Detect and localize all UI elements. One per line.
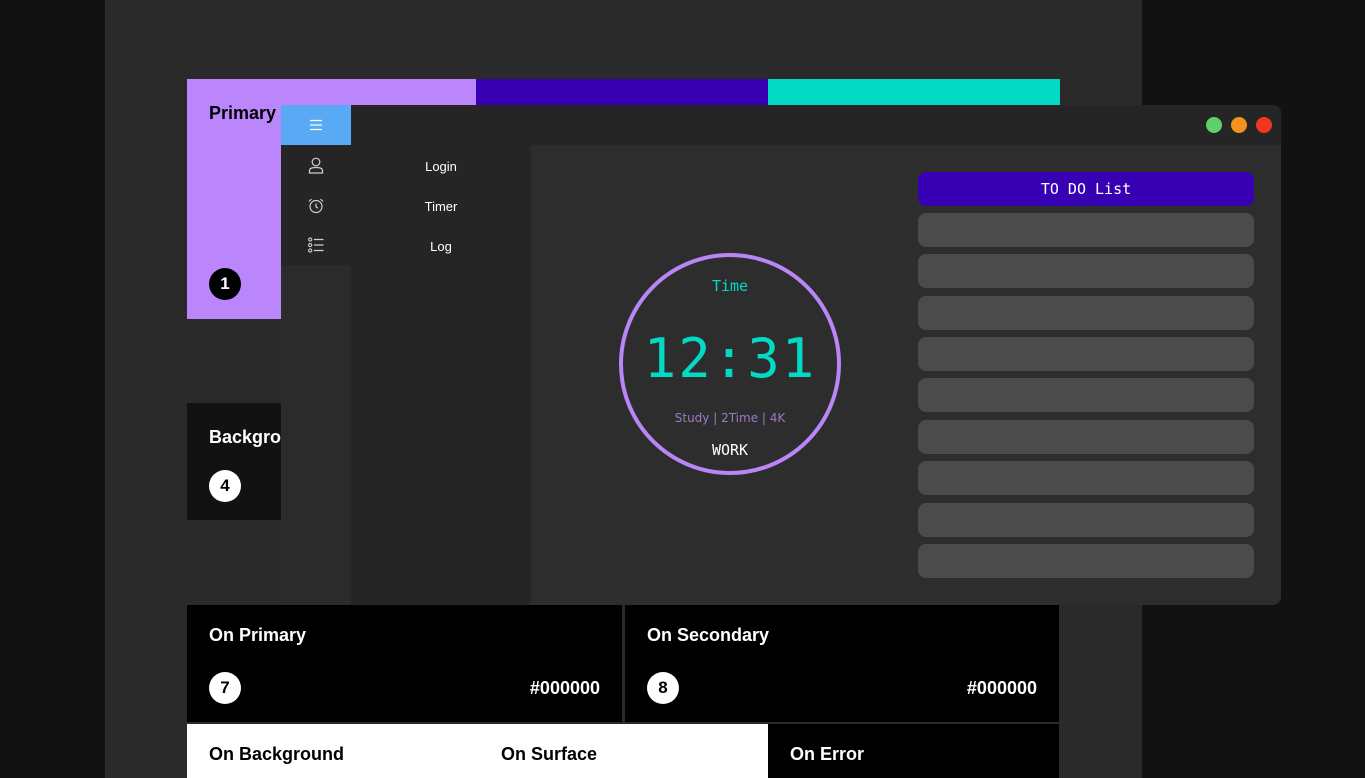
close-button[interactable] (1256, 117, 1272, 133)
sidebar-item-timer[interactable] (281, 185, 351, 225)
swatch-on-background: On Background (187, 724, 479, 778)
title-bar[interactable] (351, 105, 1281, 145)
nav-item-login[interactable]: Login (351, 159, 531, 174)
todo-list-header[interactable]: TO DO List (918, 172, 1254, 206)
swatch-on-secondary-label: On Secondary (647, 625, 770, 645)
swatch-on-secondary: On Secondary 8 #000000 (625, 605, 1059, 722)
todo-item[interactable] (918, 213, 1254, 247)
swatch-on-surface: On Surface (479, 724, 768, 778)
swatch-primary-label: Primary (209, 103, 277, 123)
swatch-on-error: On Error (768, 724, 1059, 778)
swatch-on-secondary-hex: #000000 (966, 678, 1037, 698)
timer-subtitle: Study | 2Time | 4K (674, 411, 786, 425)
sidebar-item-login[interactable] (281, 145, 351, 185)
sidebar-icon-group (281, 105, 351, 265)
timer-dial: Time 12:31 Study | 2Time | 4K WORK (619, 253, 841, 475)
alarm-clock-icon (308, 198, 324, 213)
nav-item-timer[interactable]: Timer (351, 199, 531, 214)
swatch-on-secondary-number: 8 (647, 672, 679, 704)
timer-value: 12:31 (643, 327, 817, 390)
swatch-on-primary: On Primary 7 #000000 (187, 605, 622, 722)
timer-mode: WORK (711, 441, 749, 459)
swatch-on-surface-label: On Surface (501, 744, 598, 764)
swatch-on-error-label: On Error (790, 744, 865, 764)
todo-item[interactable] (918, 254, 1254, 288)
sidebar-rail (281, 105, 351, 605)
menu-button[interactable] (281, 105, 351, 145)
swatch-primary-number: 1 (209, 268, 241, 300)
todo-item[interactable] (918, 378, 1254, 412)
nav-drawer: Login Timer Log (351, 145, 531, 605)
swatch-on-primary-number: 7 (209, 672, 241, 704)
todo-item[interactable] (918, 420, 1254, 454)
user-icon (308, 157, 324, 174)
menu-icon (310, 119, 322, 131)
sidebar-item-log[interactable] (281, 225, 351, 265)
maximize-button[interactable] (1206, 117, 1222, 133)
todo-item[interactable] (918, 337, 1254, 371)
todo-item[interactable] (918, 461, 1254, 495)
todo-item[interactable] (918, 503, 1254, 537)
todo-item[interactable] (918, 544, 1254, 578)
app-window: Login Timer Log Time 12:31 Study | 2Time… (281, 105, 1281, 605)
todo-item[interactable] (918, 296, 1254, 330)
timer-caption: Time (711, 277, 749, 295)
swatch-background-number: 4 (209, 470, 241, 502)
minimize-button[interactable] (1231, 117, 1247, 133)
list-icon (308, 237, 324, 253)
nav-item-log[interactable]: Log (351, 239, 531, 254)
swatch-on-primary-hex: #000000 (529, 678, 600, 698)
swatch-on-background-label: On Background (209, 744, 345, 764)
swatch-on-primary-label: On Primary (209, 625, 307, 645)
